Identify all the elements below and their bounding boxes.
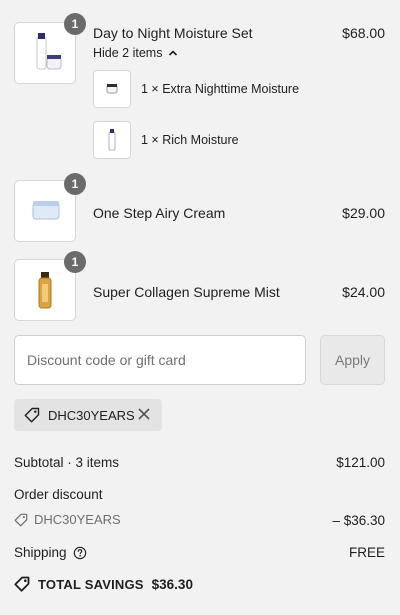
subitem-label: 1 × Rich Moisture: [141, 133, 239, 147]
tag-icon: [14, 576, 30, 592]
applied-discount-chip: DHC30YEARS: [14, 399, 162, 431]
shipping-value: FREE: [348, 545, 385, 560]
order-discount-code: DHC30YEARS: [14, 512, 121, 527]
total-savings-label: TOTAL SAVINGS: [38, 576, 144, 592]
chevron-up-icon: [169, 50, 178, 56]
quantity-badge: 1: [64, 251, 86, 273]
tag-icon: [24, 407, 40, 423]
product-price: $68.00: [342, 25, 385, 41]
product-name: One Step Airy Cream: [93, 205, 226, 221]
shipping-label: Shipping: [14, 545, 67, 560]
total-savings: TOTAL SAVINGS $36.30: [14, 576, 193, 592]
product-price: $29.00: [342, 205, 385, 221]
order-discount-label: Order discount: [14, 487, 103, 502]
subtotal-value: $121.00: [336, 455, 385, 470]
order-discount-code-text: DHC30YEARS: [34, 512, 121, 527]
quantity-badge: 1: [64, 173, 86, 195]
discount-code-input[interactable]: [14, 335, 306, 385]
help-circle-icon[interactable]: [73, 546, 87, 560]
subtotal-label: Subtotal · 3 items: [14, 455, 120, 470]
moisture-set-image: [36, 33, 62, 70]
tag-icon: [14, 513, 28, 526]
toggle-label: Hide 2 items: [93, 46, 163, 60]
close-icon[interactable]: [136, 406, 152, 422]
total-savings-value: $36.30: [151, 576, 193, 592]
shipping-row-label: Shipping: [14, 545, 87, 560]
subitem-thumbnail: [93, 70, 131, 108]
applied-discount-code: DHC30YEARS: [48, 407, 135, 423]
subitem-label: 1 × Extra Nighttime Moisture: [141, 82, 300, 96]
subitem-thumbnail: [93, 121, 131, 159]
apply-button[interactable]: Apply: [320, 335, 385, 385]
product-price: $24.00: [342, 284, 385, 300]
product-name: Day to Night Moisture Set: [93, 25, 253, 41]
night-moisture-jar-image: [106, 84, 118, 94]
product-name: Super Collagen Supreme Mist: [93, 284, 280, 300]
rich-moisture-bottle-image: [108, 129, 116, 151]
hide-items-toggle[interactable]: Hide 2 items: [93, 46, 178, 60]
quantity-badge: 1: [64, 13, 86, 35]
order-discount-value: – $36.30: [332, 513, 385, 528]
